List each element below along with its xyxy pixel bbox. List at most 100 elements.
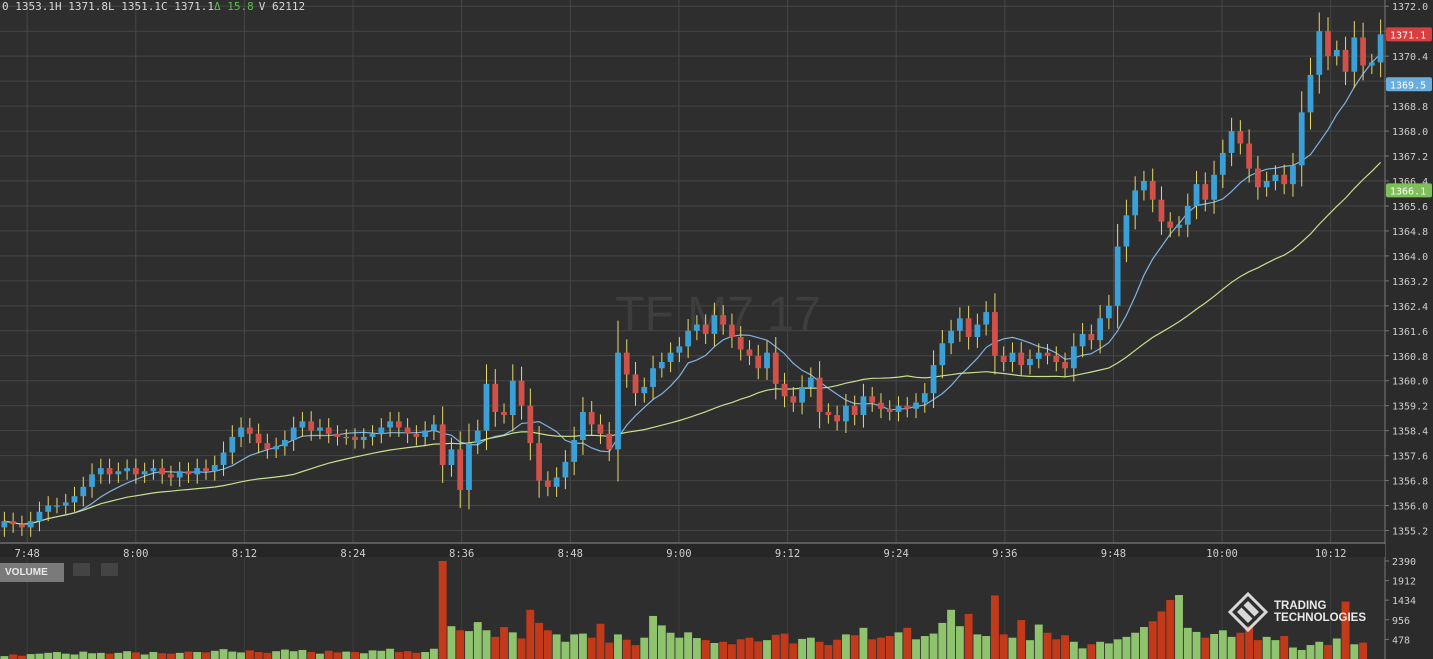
price-tick-label: 1356.8 [1392,477,1428,488]
candle-body [439,424,446,465]
volume-tick-label: 478 [1392,635,1410,646]
candle-body [413,433,420,437]
volume-value: V 62112 [258,0,306,13]
candle-body [246,427,253,434]
volume-bar [491,636,500,659]
price-tick-label: 1359.2 [1392,402,1428,413]
volume-bar [1183,627,1192,659]
candle-body [71,496,78,503]
candle-body [983,312,990,325]
candle-body [1009,352,1016,362]
volume-bar [1350,644,1359,659]
volume-bar [657,625,666,659]
volume-bar [1104,643,1113,659]
volume-bar [798,638,807,659]
volume-bar [684,632,693,659]
low-close: 1351.1C [121,0,168,13]
volume-bar [999,634,1008,659]
tt-diamond-icon [1228,592,1268,632]
candle-body [1255,168,1261,188]
price-tick-label: 1370.4 [1392,52,1428,63]
volume-bar [1271,640,1280,659]
volume-bar [850,635,859,659]
candle-body [658,362,665,369]
volume-bar [254,652,263,659]
volume-panel-label[interactable]: VOLUME [0,563,64,582]
price-tick-label: 1364.8 [1392,227,1428,238]
volume-bar [1332,638,1341,659]
volume-bar [1052,639,1061,659]
volume-bar [1034,624,1043,659]
volume-bar [1324,645,1332,659]
volume-bar [184,651,193,659]
candle-body [650,368,656,387]
volume-bar [289,651,298,659]
time-tick-label: 9:00 [666,548,691,560]
candle-body [80,486,87,497]
candle-body [1000,355,1007,362]
candle-body [956,318,963,331]
candle-body [886,408,893,412]
volume-bar [701,640,710,659]
volume-panel-button-1[interactable] [73,563,90,576]
volume-bar [1096,641,1105,659]
volume-bar [1315,641,1324,659]
price-tick-label: 1372.0 [1392,2,1428,13]
volume-bar [622,639,631,659]
candle-body [1141,181,1147,191]
candle-body [308,421,315,431]
volume-bar [403,651,412,659]
candle-body [194,468,201,475]
volume-bar [815,641,824,659]
volume-bar [324,650,333,659]
change-value: 15.8 [227,0,254,13]
volume-bar [754,641,763,659]
volume-bar [1218,630,1227,659]
volume-bar [1210,633,1219,659]
volume-bar [1289,647,1297,659]
price-label-text: 1369.5 [1390,80,1426,91]
volume-bar [1131,632,1140,659]
candle-body [62,502,69,506]
volume-bar [333,652,342,659]
candle-body [1307,74,1314,113]
candle-body [544,480,551,487]
volume-bar [1306,645,1315,659]
candle-body [1342,49,1349,72]
candle-body [509,380,516,416]
candle-body [1211,174,1217,200]
volume-bar [1043,632,1052,659]
volume-bar [894,632,903,659]
pane-separator[interactable] [0,544,1385,557]
candle-body [615,352,621,450]
volume-tick-label: 1912 [1392,577,1416,588]
candle-body [667,352,674,362]
candle-body [851,405,858,416]
price-tick-label: 1367.2 [1392,152,1428,163]
candle-body [580,411,586,441]
volume-bar [990,595,999,659]
candle-body [273,446,280,450]
candle-body [1167,221,1174,228]
volume-panel-button-2[interactable] [101,563,118,576]
volume-bar [570,634,579,659]
price-chart[interactable]: TF M7 17 1355.2 1356.0 1356.8 1357.6 1358.4 1… [0,0,1433,659]
candle-body [992,312,998,356]
candle-body [702,324,709,334]
candle-body [1053,355,1060,362]
candle-body [843,405,849,422]
candle-body [588,411,595,425]
candle-body [921,393,928,403]
candle-body [1018,352,1025,366]
candle-body [1070,346,1077,369]
candle-body [1377,34,1384,63]
time-tick-label: 9:36 [992,548,1017,560]
volume-bar [955,626,964,659]
candle-body [369,433,376,437]
volume-bar [429,648,438,659]
volume-bar [140,654,149,659]
volume-tick-label: 956 [1392,616,1410,627]
price-tick-label: 1363.2 [1392,277,1428,288]
volume-bar [508,632,517,659]
volume-bar [964,613,973,659]
